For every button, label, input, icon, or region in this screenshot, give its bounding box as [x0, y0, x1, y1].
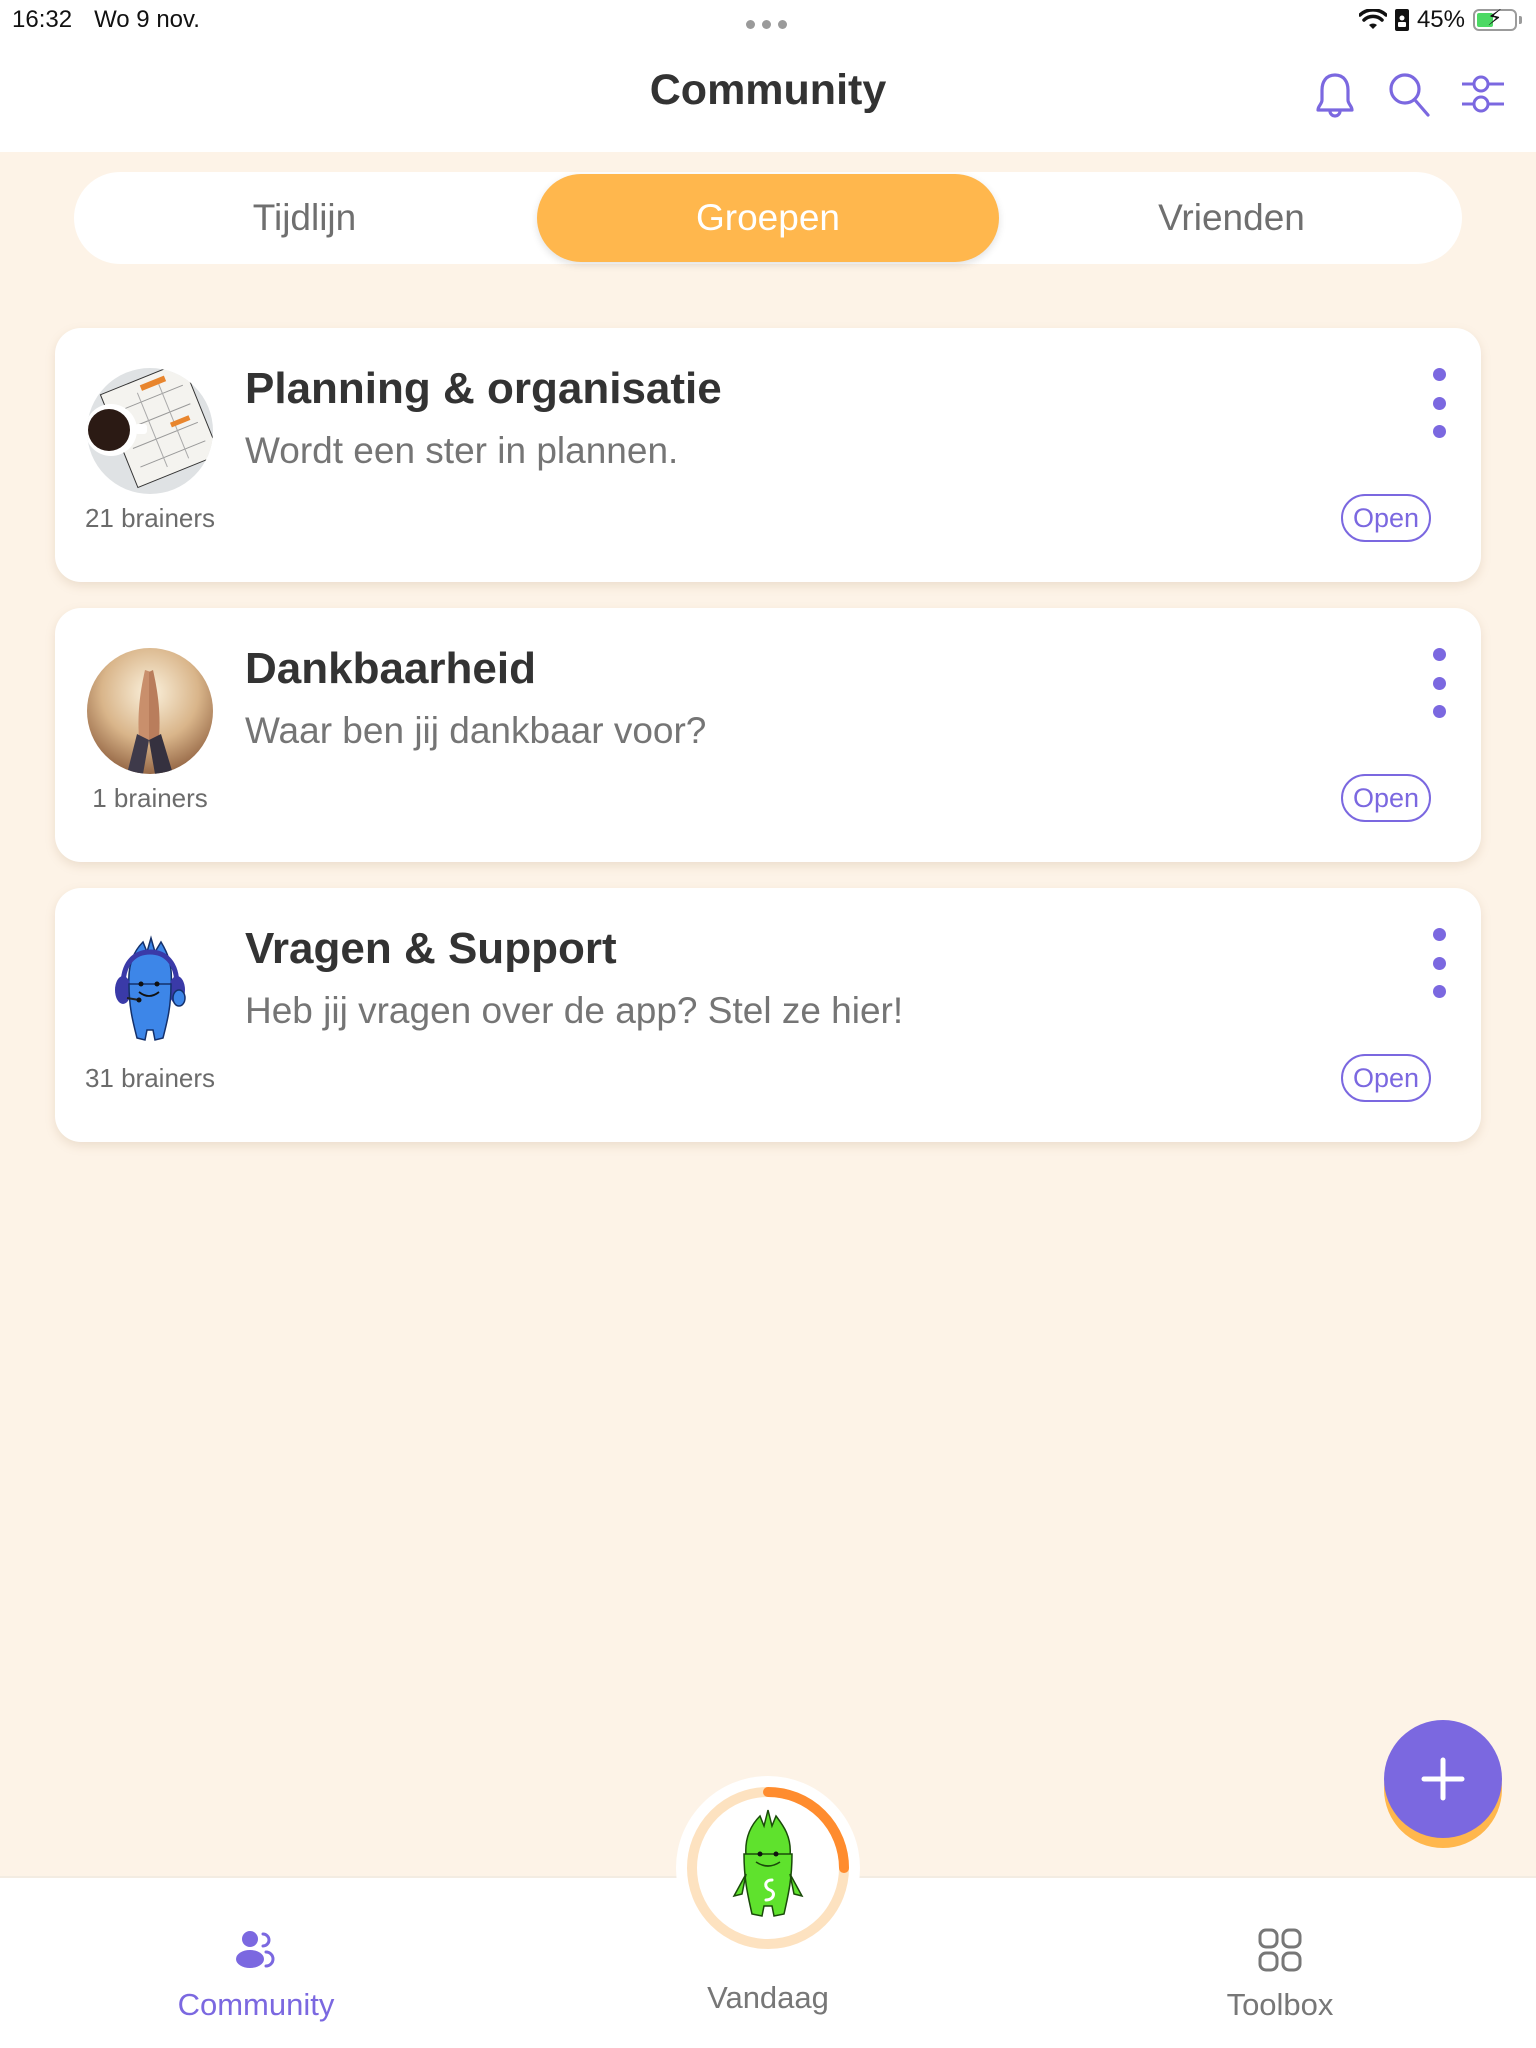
group-card[interactable]: 31 brainers Vragen & Support Heb jij vra… — [55, 888, 1481, 1142]
tab-vrienden[interactable]: Vrienden — [1001, 174, 1462, 262]
status-bar-right: 45% ⚡ — [1358, 6, 1522, 34]
groups-list: 21 brainers Planning & organisatie Wordt… — [55, 328, 1481, 1168]
group-avatar-support-mascot — [87, 928, 213, 1054]
header-actions — [1312, 70, 1506, 120]
filter-sliders-icon[interactable] — [1460, 70, 1506, 120]
battery-charging-icon: ⚡ — [1473, 7, 1517, 31]
top-bar: 16:32 Wo 9 nov. 45% ⚡ Community — [0, 0, 1536, 152]
more-options-icon[interactable] — [1427, 368, 1451, 438]
group-card[interactable]: 21 brainers Planning & organisatie Wordt… — [55, 328, 1481, 582]
group-subtitle: Wordt een ster in plannen. — [245, 430, 679, 471]
group-subtitle: Waar ben jij dankbaar voor? — [245, 710, 707, 751]
battery-percent: 45% — [1416, 6, 1465, 33]
tab-groepen[interactable]: Groepen — [537, 174, 999, 262]
page-title: Community — [649, 66, 887, 114]
group-title: Dankbaarheid — [245, 644, 536, 693]
grid-icon — [1258, 1928, 1302, 1972]
group-title: Vragen & Support — [245, 924, 617, 973]
tab-tijdlijn[interactable]: Tijdlijn — [74, 174, 535, 262]
open-group-button[interactable]: Open — [1340, 774, 1431, 822]
portrait-lock-icon — [1394, 9, 1409, 31]
bell-icon[interactable] — [1312, 70, 1358, 120]
more-options-icon[interactable] — [1427, 928, 1451, 998]
search-icon[interactable] — [1386, 70, 1432, 120]
daily-progress-mascot[interactable] — [684, 1784, 852, 1952]
open-group-button[interactable]: Open — [1340, 494, 1431, 542]
plus-icon — [1421, 1757, 1465, 1801]
status-bar-left: 16:32 Wo 9 nov. — [12, 6, 200, 34]
battery-tip — [1519, 16, 1522, 24]
group-avatar-dankbaarheid — [87, 648, 213, 774]
nav-community[interactable]: Community — [136, 1928, 376, 2023]
group-avatar-planning — [87, 368, 213, 494]
community-icon — [236, 1931, 275, 1968]
group-card[interactable]: 1 brainers Dankbaarheid Waar ben jij dan… — [55, 608, 1481, 862]
multitasking-dots-icon[interactable] — [746, 20, 787, 29]
status-time: 16:32 — [12, 6, 73, 33]
nav-toolbox[interactable]: Toolbox — [1160, 1928, 1400, 2023]
segmented-tabs: Tijdlijn Groepen Vrienden — [74, 172, 1462, 264]
add-group-button[interactable] — [1384, 1720, 1502, 1838]
nav-community-label: Community — [177, 1987, 335, 2022]
status-date: Wo 9 nov. — [94, 6, 200, 33]
wifi-icon — [1358, 9, 1387, 29]
group-member-count: 31 brainers — [84, 1063, 216, 1093]
nav-toolbox-label: Toolbox — [1226, 1987, 1334, 2022]
group-subtitle: Heb jij vragen over de app? Stel ze hier… — [245, 990, 904, 1031]
nav-vandaag-label: Vandaag — [707, 1980, 829, 2015]
group-title: Planning & organisatie — [245, 364, 722, 413]
more-options-icon[interactable] — [1427, 648, 1451, 718]
open-group-button[interactable]: Open — [1340, 1054, 1431, 1102]
group-member-count: 21 brainers — [84, 503, 216, 533]
group-member-count: 1 brainers — [92, 783, 208, 813]
